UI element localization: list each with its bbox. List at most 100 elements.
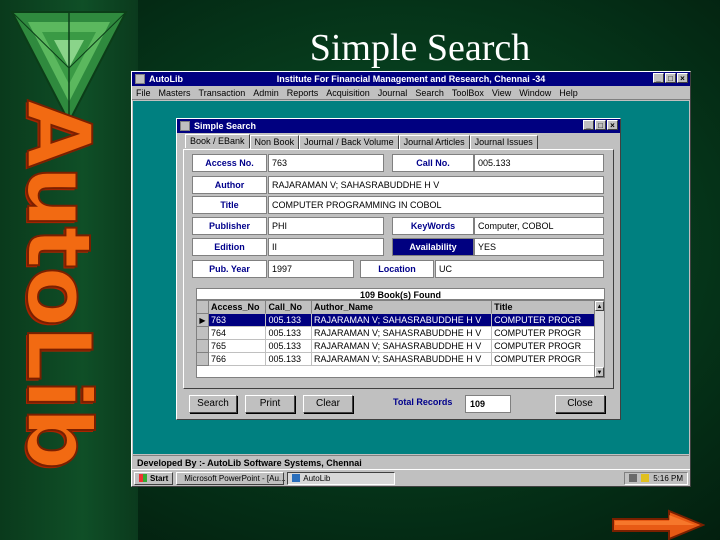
clear-button[interactable]: Clear — [303, 395, 353, 413]
simple-search-dialog: Simple Search _ □ × Book / EBank Non Book… — [176, 118, 621, 420]
menu-item-window[interactable]: Window — [519, 88, 551, 98]
keywords-field[interactable]: Computer, COBOL — [474, 217, 604, 235]
print-button[interactable]: Print — [245, 395, 295, 413]
table-row[interactable]: 766 005.133 RAJARAMAN V; SAHASRABUDDHE H V… — [197, 353, 604, 366]
availability-label: Availability — [392, 238, 474, 256]
table-cell: 765 — [209, 340, 267, 353]
row-indicator — [197, 340, 209, 353]
app-title-bar[interactable]: AutoLib Institute For Financial Manageme… — [132, 72, 690, 86]
total-records-label: Total Records — [393, 397, 453, 407]
table-cell: 005.133 — [266, 353, 312, 366]
taskbar-item-label: AutoLib — [303, 473, 331, 483]
dialog-close-button[interactable]: × — [607, 120, 618, 130]
volume-icon[interactable] — [641, 474, 650, 482]
clock[interactable]: 5:16 PM — [653, 474, 683, 483]
edition-field[interactable]: II — [268, 238, 384, 256]
location-field[interactable]: UC — [435, 260, 604, 278]
taskbar-item-autolib[interactable]: AutoLib — [287, 471, 396, 485]
title-field[interactable]: COMPUTER PROGRAMMING IN COBOL — [268, 196, 604, 214]
slide-title: Simple Search — [309, 27, 531, 69]
menu-item-reports[interactable]: Reports — [287, 88, 319, 98]
windows-logo-icon — [139, 474, 147, 482]
grid-header-row: Access_No Call_No Author_Name Title — [197, 301, 604, 314]
row-indicator — [197, 327, 209, 340]
menu-item-acquisition[interactable]: Acquisition — [326, 88, 370, 98]
tab-journal-back-volume[interactable]: Journal / Back Volume — [299, 135, 399, 149]
menu-item-transaction[interactable]: Transaction — [199, 88, 246, 98]
availability-field[interactable]: YES — [474, 238, 604, 256]
tab-panel: Access No. 763 Call No. 005.133 Author R… — [183, 149, 614, 389]
publisher-field[interactable]: PHI — [268, 217, 384, 235]
column-header-title[interactable]: Title — [492, 301, 604, 314]
tab-book-ebank[interactable]: Book / EBank — [185, 134, 250, 148]
close-button[interactable]: × — [677, 73, 688, 83]
menu-item-masters[interactable]: Masters — [159, 88, 191, 98]
dialog-title: Simple Search — [194, 121, 257, 131]
column-header-author-name[interactable]: Author_Name — [312, 301, 493, 314]
tab-strip: Book / EBank Non Book Journal / Back Volum… — [185, 134, 538, 149]
author-field[interactable]: RAJARAMAN V; SAHASRABUDDHE H V — [268, 176, 604, 194]
menu-item-search[interactable]: Search — [415, 88, 444, 98]
start-button[interactable]: Start — [134, 471, 174, 485]
dialog-title-bar[interactable]: Simple Search _ □ × — [177, 119, 620, 133]
row-indicator — [197, 301, 209, 314]
maximize-button[interactable]: □ — [665, 73, 676, 83]
start-label: Start — [150, 473, 169, 483]
dialog-maximize-button[interactable]: □ — [595, 120, 606, 130]
menu-item-help[interactable]: Help — [559, 88, 578, 98]
grid-caption: 109 Book(s) Found — [196, 288, 605, 300]
autolib-icon — [292, 474, 301, 482]
table-cell: RAJARAMAN V; SAHASRABUDDHE H V — [312, 353, 493, 366]
scroll-down-icon[interactable]: ▼ — [595, 367, 604, 377]
table-row[interactable]: ▶ 763 005.133 RAJARAMAN V; SAHASRABUDDHE H … — [197, 314, 604, 327]
network-icon[interactable] — [629, 474, 638, 482]
menu-item-journal[interactable]: Journal — [378, 88, 408, 98]
tab-journal-issues[interactable]: Journal Issues — [469, 135, 538, 149]
search-button[interactable]: Search — [189, 395, 237, 413]
location-label: Location — [360, 260, 434, 278]
table-cell: RAJARAMAN V; SAHASRABUDDHE H V — [312, 314, 493, 327]
menu-bar: File Masters Transaction Admin Reports Acquis… — [132, 86, 690, 100]
table-cell: RAJARAMAN V; SAHASRABUDDHE H V — [312, 340, 493, 353]
scroll-up-icon[interactable]: ▲ — [595, 301, 604, 311]
access-no-field[interactable]: 763 — [268, 154, 384, 172]
keywords-label: KeyWords — [392, 217, 474, 235]
results-grid: Access_No Call_No Author_Name Title ▶ 763 005.… — [196, 300, 605, 378]
taskbar-item-label: Microsoft PowerPoint - [Au... — [184, 473, 286, 483]
menu-item-view[interactable]: View — [492, 88, 511, 98]
system-tray: 5:16 PM — [624, 471, 688, 485]
pub-year-field[interactable]: 1997 — [268, 260, 354, 278]
status-bar: Developed By :- AutoLib Software Systems… — [133, 455, 689, 469]
dialog-minimize-button[interactable]: _ — [583, 120, 594, 130]
grid-scrollbar[interactable]: ▲ ▼ — [594, 301, 604, 377]
menu-item-file[interactable]: File — [136, 88, 151, 98]
taskbar-item-powerpoint[interactable]: Microsoft PowerPoint - [Au... — [176, 471, 286, 485]
mdi-workspace: Simple Search _ □ × Book / EBank Non Book… — [133, 101, 689, 454]
table-cell: 764 — [209, 327, 267, 340]
close-dialog-button[interactable]: Close — [555, 395, 605, 413]
next-slide-arrow-icon[interactable] — [611, 509, 705, 540]
edition-label: Edition — [192, 238, 267, 256]
pub-year-label: Pub. Year — [192, 260, 267, 278]
table-row[interactable]: 765 005.133 RAJARAMAN V; SAHASRABUDDHE H V… — [197, 340, 604, 353]
call-no-label: Call No. — [392, 154, 474, 172]
current-row-icon: ▶ — [197, 314, 209, 327]
access-no-label: Access No. — [192, 154, 267, 172]
table-row[interactable]: 764 005.133 RAJARAMAN V; SAHASRABUDDHE H V… — [197, 327, 604, 340]
tab-non-book[interactable]: Non Book — [249, 135, 300, 149]
table-cell: 005.133 — [266, 340, 312, 353]
autolib-vertical-logo: AutoLib — [6, 99, 111, 470]
tab-journal-articles[interactable]: Journal Articles — [398, 135, 470, 149]
column-header-call-no[interactable]: Call_No — [266, 301, 312, 314]
title-label: Title — [192, 196, 267, 214]
column-header-access-no[interactable]: Access_No — [209, 301, 267, 314]
menu-item-admin[interactable]: Admin — [253, 88, 279, 98]
minimize-button[interactable]: _ — [653, 73, 664, 83]
table-cell: COMPUTER PROGR — [492, 327, 604, 340]
total-records-field: 109 — [465, 395, 511, 413]
taskbar: Start Microsoft PowerPoint - [Au... Auto… — [132, 469, 690, 486]
call-no-field[interactable]: 005.133 — [474, 154, 604, 172]
table-cell: COMPUTER PROGR — [492, 314, 604, 327]
table-cell: COMPUTER PROGR — [492, 340, 604, 353]
menu-item-toolbox[interactable]: ToolBox — [452, 88, 484, 98]
